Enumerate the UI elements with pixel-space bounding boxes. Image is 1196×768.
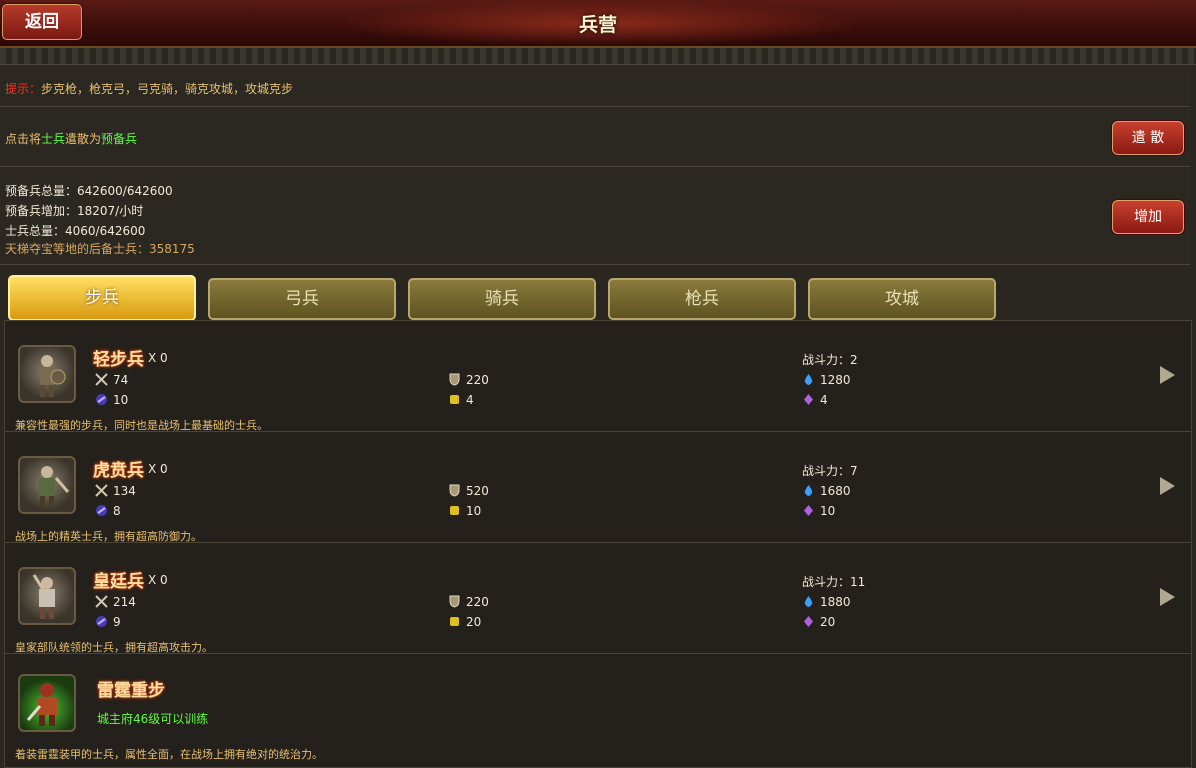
unit-description: 战场上的精英士兵，拥有超高防御力。 — [15, 530, 202, 543]
crossed-swords-icon — [95, 373, 108, 386]
speed-icon — [95, 504, 108, 517]
unit-list: 轻步兵 X 0 战斗力：2 74 220 1280 10 4 4 兼容性最强的步… — [4, 320, 1192, 768]
unit-portrait[interactable] — [18, 456, 76, 514]
page-title: 兵营 — [578, 14, 617, 36]
tab-siege[interactable]: 攻城 — [808, 278, 996, 320]
hint-text: 步克枪，枪克弓，弓克骑，骑克攻城，攻城克步 — [41, 82, 294, 96]
combat-power: 战斗力：11 — [802, 575, 866, 589]
soldier-icon — [39, 466, 70, 508]
backup-soldiers: 天梯夺宝等地的后备士兵：358175 — [5, 242, 195, 256]
reserve-rate: 预备兵增加：18207/小时 — [5, 204, 144, 218]
unit-description: 兼容性最强的步兵，同时也是战场上最基础的士兵。 — [15, 419, 268, 432]
soldier-icon — [40, 355, 66, 397]
detail-arrow-icon[interactable] — [1157, 363, 1177, 387]
water-drop-icon — [802, 595, 815, 608]
coin-icon — [448, 504, 461, 517]
top-bar: 返回 兵营 — [0, 0, 1196, 48]
dismiss-panel: 点击将士兵遣散为预备兵 遣 散 — [0, 108, 1190, 167]
combat-power: 战斗力：2 — [802, 353, 858, 367]
defense-value: 520 — [466, 484, 489, 498]
armored-soldier-icon — [26, 683, 57, 726]
attack-value: 134 — [113, 484, 136, 498]
hp-value: 1680 — [820, 484, 851, 498]
tab-archer[interactable]: 弓兵 — [208, 278, 396, 320]
unit-count: X 0 — [148, 573, 168, 587]
hint-panel: 提示：步克枪，枪克弓，弓克骑，骑克攻城，攻城克步 — [0, 66, 1190, 107]
unit-row: 皇廷兵 X 0 战斗力：11 214 220 1880 9 20 20 皇家部队… — [5, 543, 1191, 654]
crossed-swords-icon — [95, 484, 108, 497]
unit-portrait[interactable] — [18, 345, 76, 403]
coin-icon — [448, 615, 461, 628]
shield-icon — [448, 484, 461, 497]
troop-tabs: 步兵 弓兵 骑兵 枪兵 攻城 — [0, 272, 1196, 321]
upkeep-value: 4 — [820, 393, 828, 407]
crystal-icon — [802, 393, 815, 406]
combat-power: 战斗力：7 — [802, 464, 858, 478]
unit-row: 轻步兵 X 0 战斗力：2 74 220 1280 10 4 4 兼容性最强的步… — [5, 321, 1191, 432]
speed-value: 9 — [113, 615, 121, 629]
attack-value: 214 — [113, 595, 136, 609]
hp-value: 1280 — [820, 373, 851, 387]
water-drop-icon — [802, 484, 815, 497]
unit-description: 皇家部队统领的士兵，拥有超高攻击力。 — [15, 641, 213, 654]
upkeep-value: 10 — [820, 504, 836, 518]
dismiss-soldier-word: 士兵 — [41, 132, 66, 146]
crossed-swords-icon — [95, 595, 108, 608]
hint-prefix: 提示： — [5, 82, 42, 96]
dismiss-text-a: 点击将 — [5, 132, 42, 146]
coin-icon — [448, 393, 461, 406]
dismiss-reserve-word: 预备兵 — [101, 132, 138, 146]
unit-count: X 0 — [148, 462, 168, 476]
unit-row: 虎贲兵 X 0 战斗力：7 134 520 1680 8 10 10 战场上的精… — [5, 432, 1191, 543]
unit-portrait[interactable] — [18, 674, 76, 732]
tab-spearman[interactable]: 枪兵 — [608, 278, 796, 320]
tab-infantry[interactable]: 步兵 — [8, 275, 196, 321]
unit-name: 虎贲兵 — [93, 461, 144, 481]
cost-value: 10 — [466, 504, 482, 518]
hp-value: 1880 — [820, 595, 851, 609]
stats-panel: 预备兵总量：642600/642600 预备兵增加：18207/小时 士兵总量：… — [0, 168, 1190, 265]
unlock-requirement: 城主府46级可以训练 — [97, 712, 209, 726]
speed-icon — [95, 393, 108, 406]
dismiss-button[interactable]: 遣 散 — [1112, 121, 1184, 155]
soldier-icon — [32, 574, 55, 619]
locked-unit-row: 雷霆重步 城主府46级可以训练 着装雷霆装甲的士兵，属性全面，在战场上拥有绝对的… — [5, 654, 1191, 764]
defense-value: 220 — [466, 595, 489, 609]
speed-icon — [95, 615, 108, 628]
unit-count: X 0 — [148, 351, 168, 365]
shield-icon — [448, 595, 461, 608]
dismiss-text-c: 遣散为 — [65, 132, 102, 146]
shield-icon — [448, 373, 461, 386]
unit-name: 雷霆重步 — [97, 681, 165, 701]
add-button[interactable]: 增加 — [1112, 200, 1184, 234]
detail-arrow-icon[interactable] — [1157, 585, 1177, 609]
crystal-icon — [802, 504, 815, 517]
cost-value: 20 — [466, 615, 482, 629]
unit-portrait[interactable] — [18, 567, 76, 625]
unit-name: 皇廷兵 — [93, 572, 144, 592]
unit-description: 着装雷霆装甲的士兵，属性全面，在战场上拥有绝对的统治力。 — [15, 748, 323, 761]
unit-name: 轻步兵 — [93, 350, 144, 370]
soldier-total: 士兵总量：4060/642600 — [5, 224, 146, 238]
crystal-icon — [802, 615, 815, 628]
reserve-total: 预备兵总量：642600/642600 — [5, 184, 173, 198]
defense-value: 220 — [466, 373, 489, 387]
detail-arrow-icon[interactable] — [1157, 474, 1177, 498]
cost-value: 4 — [466, 393, 474, 407]
speed-value: 8 — [113, 504, 121, 518]
water-drop-icon — [802, 373, 815, 386]
attack-value: 74 — [113, 373, 129, 387]
speed-value: 10 — [113, 393, 129, 407]
upkeep-value: 20 — [820, 615, 836, 629]
decorative-border — [0, 48, 1196, 65]
tab-cavalry[interactable]: 骑兵 — [408, 278, 596, 320]
